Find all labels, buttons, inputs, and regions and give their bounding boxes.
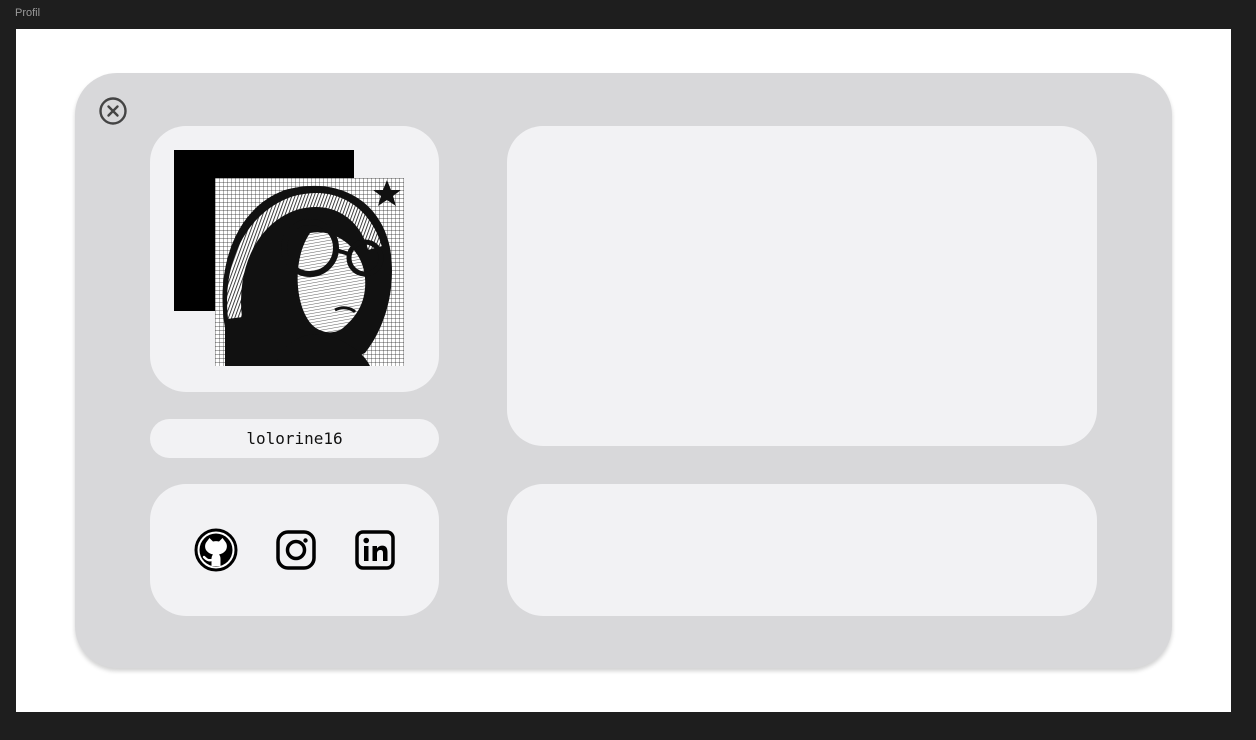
linkedin-link[interactable] <box>353 528 397 572</box>
avatar <box>215 178 404 366</box>
close-icon <box>99 97 127 125</box>
secondary-content-panel <box>507 484 1097 616</box>
github-icon <box>194 528 238 572</box>
close-button[interactable] <box>98 96 128 126</box>
instagram-icon <box>276 530 316 570</box>
instagram-link[interactable] <box>274 528 318 572</box>
username-pill: lolorine16 <box>150 419 439 458</box>
frame-label: Profil <box>15 7 41 19</box>
linkedin-icon <box>355 530 395 570</box>
profile-frame: lolorine16 <box>16 29 1231 712</box>
profile-card: lolorine16 <box>75 73 1172 668</box>
social-links-panel <box>150 484 439 616</box>
username-text: lolorine16 <box>246 429 343 448</box>
main-content-panel <box>507 126 1097 446</box>
avatar-panel <box>150 126 439 392</box>
github-link[interactable] <box>194 528 238 572</box>
